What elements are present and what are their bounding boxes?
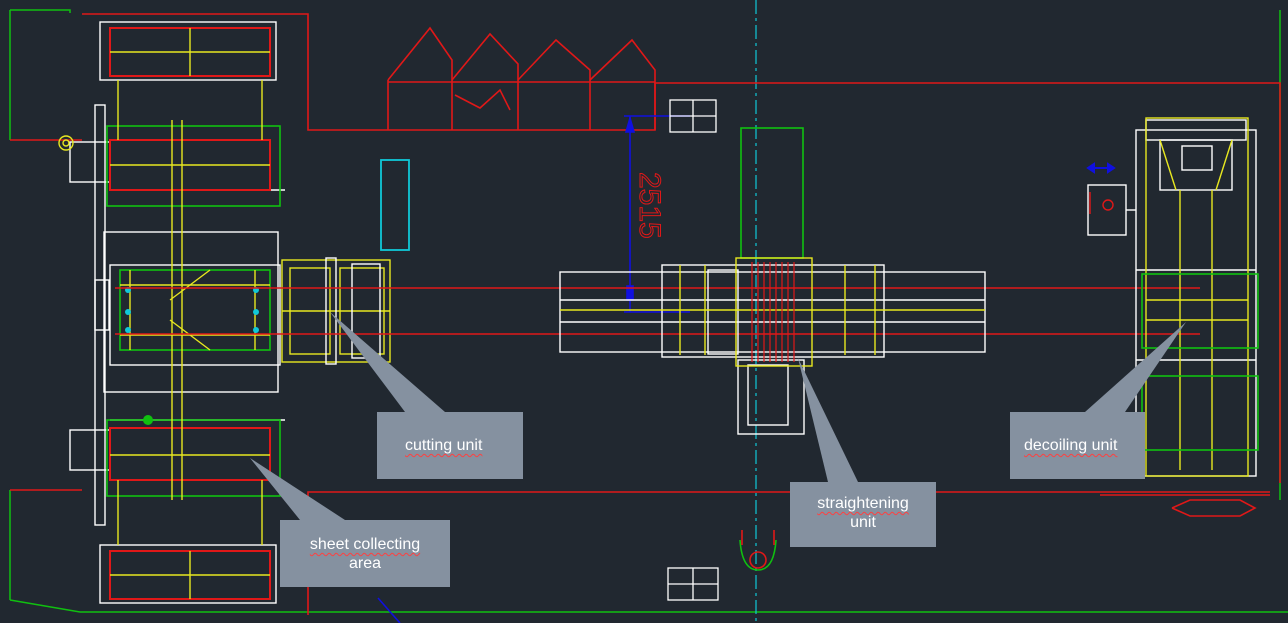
blue-diagonal-line bbox=[377, 597, 401, 623]
decoiling-unit-label: decoiling unit bbox=[1024, 437, 1118, 454]
decoiling-unit-callout: decoiling unit bbox=[1010, 412, 1145, 479]
cutting-unit-callout: cutting unit bbox=[377, 412, 523, 479]
straightening-unit-machine bbox=[559, 127, 986, 435]
sheet-pointer bbox=[250, 458, 345, 520]
building-outline bbox=[10, 13, 1281, 615]
window-symbols bbox=[667, 99, 719, 601]
sheet-collecting-machine bbox=[58, 21, 285, 604]
cutting-unit-machine bbox=[281, 257, 391, 365]
cad-layout-drawing: 2515 bbox=[9, 0, 1288, 623]
straightening-unit-label-line1: straightening bbox=[817, 495, 909, 512]
sheet-collecting-label-line2: area bbox=[348, 555, 382, 572]
dimension-label: 2515 bbox=[633, 172, 666, 239]
cyan-panel bbox=[380, 159, 410, 251]
cutting-unit-label: cutting unit bbox=[405, 437, 483, 454]
crane-hook-symbol bbox=[739, 530, 777, 571]
sheet-collecting-label-line1: sheet collecting bbox=[309, 536, 421, 553]
straightening-unit-callout: straightening unit bbox=[790, 482, 936, 547]
green-boundary-lines bbox=[9, 9, 1288, 613]
sheet-collecting-callout: sheet collecting area bbox=[280, 520, 450, 587]
straightening-pointer bbox=[798, 358, 858, 482]
straightening-unit-label-line2: unit bbox=[850, 514, 876, 531]
